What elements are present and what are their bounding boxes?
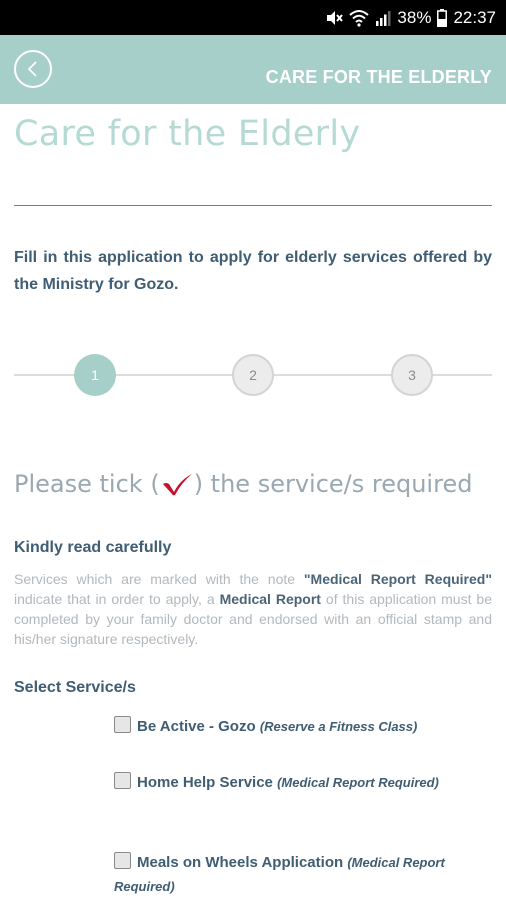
service-name: Be Active - Gozo	[137, 718, 256, 735]
service-name: Home Help Service	[137, 774, 273, 791]
divider	[14, 205, 492, 206]
notice-bold-medical-report: Medical Report	[219, 591, 321, 607]
notice-bold-medical-report-required: "Medical Report Required"	[303, 571, 492, 587]
header-title: CARE FOR THE ELDERLY	[265, 67, 492, 87]
tick-heading: Please tick ( ) the service/s required	[14, 466, 472, 502]
signal-icon	[375, 10, 391, 26]
intro-text: Fill in this application to apply for el…	[14, 249, 492, 293]
step-2[interactable]: 2	[232, 354, 274, 396]
tick-heading-after: ) the service/s required	[193, 470, 473, 498]
notice-text: Services which are marked with the note …	[14, 571, 492, 647]
checkbox[interactable]	[114, 772, 131, 789]
app-header: CARE FOR THE ELDERLY	[0, 35, 506, 104]
select-services-heading: Select Service/s	[14, 679, 136, 696]
service-name: Meals on Wheels Application	[137, 854, 344, 871]
battery-icon	[437, 9, 448, 27]
service-option-meals-on-wheels[interactable]: Meals on Wheels Application (Medical Rep…	[114, 851, 492, 899]
wifi-icon	[349, 9, 370, 27]
service-option-home-help[interactable]: Home Help Service (Medical Report Requir…	[114, 771, 492, 795]
checkbox[interactable]	[114, 852, 131, 869]
step-3[interactable]: 3	[391, 354, 433, 396]
service-note: (Medical Report Required)	[277, 775, 439, 790]
read-carefully-heading: Kindly read carefully	[14, 539, 172, 556]
chevron-left-icon	[27, 61, 37, 77]
service-note: (Reserve a Fitness Class)	[259, 719, 418, 734]
status-bar: 38% 22:37	[0, 0, 506, 35]
mute-icon	[325, 9, 344, 27]
tick-heading-before: Please tick (	[14, 470, 160, 498]
checkbox[interactable]	[114, 716, 131, 733]
checkmark-icon	[161, 472, 193, 496]
battery-percent: 38%	[397, 8, 432, 27]
stepper: 1 2 3	[14, 353, 492, 397]
page-title: Care for the Elderly	[14, 114, 361, 154]
service-option-be-active[interactable]: Be Active - Gozo (Reserve a Fitness Clas…	[114, 715, 492, 739]
back-button[interactable]	[14, 50, 52, 88]
clock: 22:37	[453, 8, 496, 27]
step-1[interactable]: 1	[74, 354, 116, 396]
